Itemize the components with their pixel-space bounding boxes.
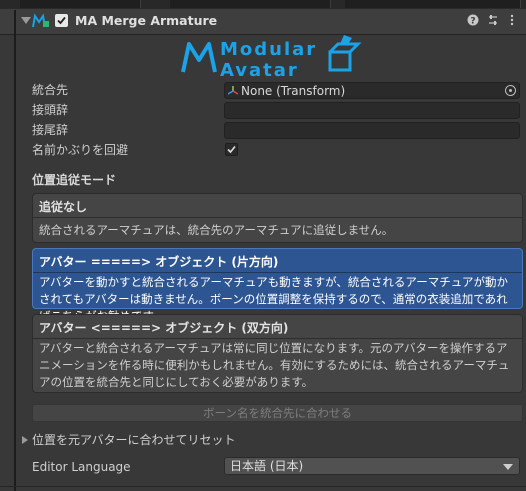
modular-avatar-logo: Modular Avatar	[181, 35, 362, 80]
option-one-way[interactable]: アバター =====> オブジェクト (片方向) アバターを動かすと統合されるア…	[32, 248, 523, 323]
kebab-menu-icon[interactable]	[505, 14, 519, 28]
divider	[33, 217, 522, 218]
language-dropdown[interactable]: 日本語 (日本)	[224, 457, 520, 475]
foldout-arrow-icon[interactable]	[22, 436, 28, 444]
option-description: アバターと統合されるアーマチュアは常に同じ位置になります。元のアバターを操作する…	[39, 341, 510, 389]
component-header[interactable]: MA Merge Armature ?	[0, 8, 526, 35]
reset-position-foldout[interactable]: 位置を元アバターに合わせてリセット	[32, 431, 236, 449]
logo-box-icon	[328, 35, 362, 72]
avoid-name-collisions-label: 名前かぶりを回避	[32, 143, 129, 157]
option-title: アバター <=====> オブジェクト (双方向)	[39, 321, 289, 335]
chevron-down-icon	[503, 464, 513, 470]
presets-icon[interactable]	[486, 14, 500, 28]
svg-text:?: ?	[470, 17, 475, 27]
modular-avatar-component-icon	[32, 13, 49, 28]
top-tab-strip	[0, 0, 526, 8]
component-enabled-checkbox[interactable]	[55, 14, 68, 27]
suffix-label: 接尾辞	[32, 123, 69, 137]
merge-target-field[interactable]: None (Transform)	[224, 82, 520, 99]
option-description: 統合されるアーマチュアは、統合先のアーマチュアに追従しません。	[39, 223, 394, 237]
position-mode-title: 位置追従モード	[32, 173, 117, 187]
merge-target-label: 統合先	[32, 83, 69, 97]
transform-icon	[228, 86, 238, 95]
tab-stub	[170, 0, 331, 8]
logo-line2: Avatar	[220, 60, 299, 80]
help-icon[interactable]: ?	[466, 14, 480, 28]
tab-stub	[20, 0, 141, 8]
option-title: アバター =====> オブジェクト (片方向)	[39, 255, 279, 269]
option-title: 追従なし	[39, 200, 88, 214]
option-no-follow[interactable]: 追従なし 統合されるアーマチュアは、統合先のアーマチュアに追従しません。	[32, 193, 523, 243]
suffix-input[interactable]	[224, 122, 520, 139]
tab-stub	[345, 0, 521, 8]
language-label: Editor Language	[32, 460, 131, 474]
component-title: MA Merge Armature	[75, 13, 218, 28]
foldout-arrow-icon[interactable]	[21, 17, 31, 24]
language-value: 日本語 (日本)	[230, 459, 304, 473]
avoid-name-collisions-checkbox[interactable]	[225, 143, 238, 156]
object-picker-icon[interactable]	[505, 85, 516, 96]
option-two-way[interactable]: アバター <=====> オブジェクト (双方向) アバターと統合されるアーマチ…	[32, 314, 523, 393]
logo-line1: Modular	[220, 39, 317, 60]
adjust-bone-names-button[interactable]: ボーン名を統合先に合わせる	[32, 404, 523, 422]
divider	[33, 272, 522, 273]
merge-target-value: None (Transform)	[241, 84, 346, 98]
bottom-divider	[0, 486, 526, 487]
divider	[33, 338, 522, 339]
prefix-label: 接頭辞	[32, 103, 69, 117]
inspector-left-border	[14, 10, 16, 491]
prefix-input[interactable]	[224, 102, 520, 119]
